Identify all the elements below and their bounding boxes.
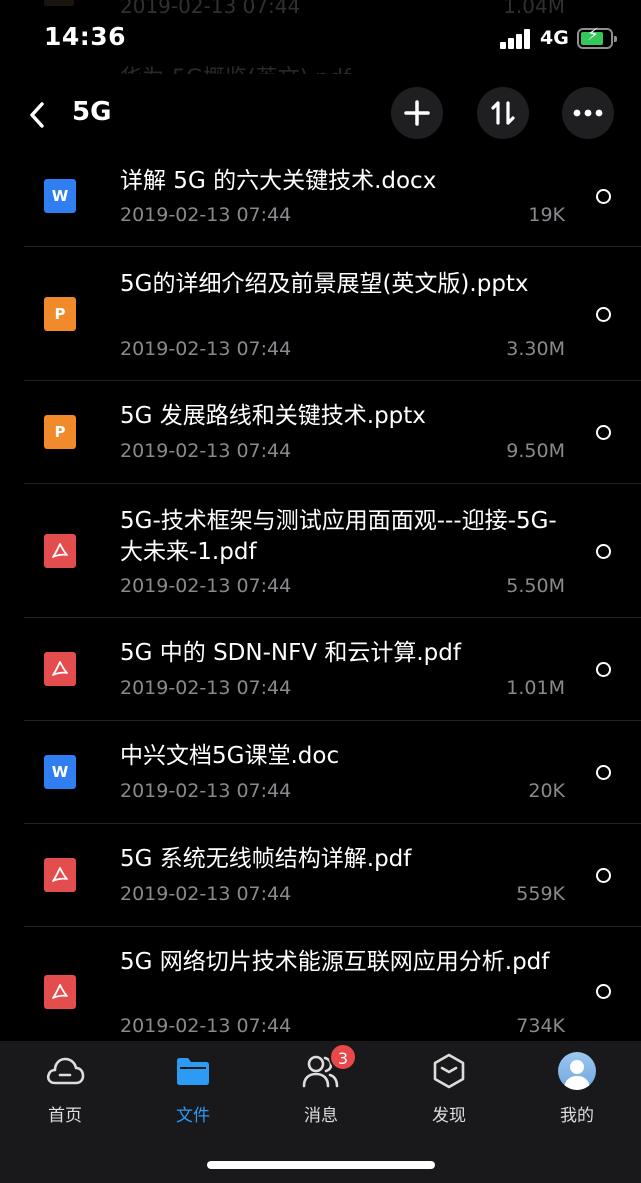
status-time: 14:36: [44, 22, 127, 51]
file-size: 9.50M: [506, 440, 565, 462]
file-date: 2019-02-13 07:44: [120, 204, 292, 226]
plus-icon: [404, 100, 430, 126]
more-icon: [573, 109, 603, 117]
back-button[interactable]: [22, 95, 52, 135]
file-date: 2019-02-13 07:44: [120, 883, 292, 905]
file-row[interactable]: 5G 系统无线帧结构详解.pdf 2019-02-13 07:44 559K: [0, 824, 641, 927]
pdf-file-icon: [44, 534, 76, 568]
file-size: 3.30M: [506, 338, 565, 360]
navigation-bar: 5G: [0, 85, 641, 145]
discover-icon: [433, 1053, 465, 1089]
tab-files[interactable]: 文件: [148, 1051, 238, 1126]
file-date: 2019-02-13 07:44: [120, 1015, 292, 1037]
word-file-icon: W: [44, 755, 76, 789]
tab-label: 我的: [560, 1106, 594, 1126]
file-name: 5G 系统无线帧结构详解.pdf: [120, 846, 412, 872]
file-size: 1.01M: [506, 677, 565, 699]
file-date: 2019-02-13 07:44: [120, 677, 292, 699]
file-date: 2019-02-13 07:44: [120, 575, 292, 597]
add-button[interactable]: [391, 87, 443, 139]
network-type: 4G: [540, 27, 569, 49]
avatar: [558, 1052, 596, 1090]
tab-profile[interactable]: 我的: [532, 1051, 622, 1126]
file-row[interactable]: P 5G的详细介绍及前景展望(英文版).pptx 2019-02-13 07:4…: [0, 247, 641, 381]
file-date: 2019-02-13 07:44: [120, 440, 292, 462]
file-row[interactable]: 5G-技术框架与测试应用面面观---迎接-5G-大未来-1.pdf 2019-0…: [0, 484, 641, 618]
file-name: 中兴文档5G课堂.doc: [120, 743, 340, 769]
tab-home[interactable]: 首页: [20, 1051, 110, 1126]
back-chevron-icon: [30, 102, 44, 128]
select-radio[interactable]: [596, 765, 611, 780]
file-size: 20K: [528, 780, 565, 802]
sort-button[interactable]: [477, 87, 529, 139]
file-date: 2019-02-13 07:44: [120, 780, 292, 802]
file-size: 734K: [516, 1015, 565, 1037]
pdf-acrobat-icon: [52, 543, 68, 558]
tab-label: 发现: [432, 1106, 466, 1126]
select-radio[interactable]: [596, 984, 611, 999]
select-radio[interactable]: [596, 662, 611, 677]
select-radio[interactable]: [596, 307, 611, 322]
file-size: 559K: [516, 883, 565, 905]
select-radio[interactable]: [596, 189, 611, 204]
pdf-acrobat-icon: [52, 661, 68, 676]
status-bar: 14:36 4G ⚡: [0, 0, 641, 80]
pdf-file-icon: [44, 652, 76, 686]
unread-badge: 3: [329, 1043, 357, 1071]
file-name: 5G 发展路线和关键技术.pptx: [120, 403, 426, 429]
file-row[interactable]: 5G 中的 SDN-NFV 和云计算.pdf 2019-02-13 07:44 …: [0, 618, 641, 721]
more-button[interactable]: [562, 87, 614, 139]
cloud-icon: [46, 1057, 85, 1085]
home-indicator[interactable]: [207, 1161, 435, 1169]
tab-messages[interactable]: 3 消息: [276, 1043, 366, 1126]
file-size: 19K: [528, 204, 565, 226]
select-radio[interactable]: [596, 425, 611, 440]
tab-discover[interactable]: 发现: [404, 1051, 494, 1126]
folder-icon: [177, 1058, 209, 1085]
file-row[interactable]: 5G 网络切片技术能源互联网应用分析.pdf 2019-02-13 07:44 …: [0, 927, 641, 1041]
select-radio[interactable]: [596, 868, 611, 883]
file-row[interactable]: W 详解 5G 的六大关键技术.docx 2019-02-13 07:44 19…: [0, 150, 641, 247]
pdf-file-icon: [44, 858, 76, 892]
page-title: 5G: [72, 97, 112, 127]
pdf-acrobat-icon: [52, 984, 68, 999]
tab-label: 首页: [48, 1106, 82, 1126]
file-name: 5G的详细介绍及前景展望(英文版).pptx: [120, 271, 529, 297]
signal-icon: [500, 29, 534, 49]
file-name: 详解 5G 的六大关键技术.docx: [120, 168, 437, 194]
ppt-file-icon: P: [44, 415, 76, 449]
ppt-file-icon: P: [44, 297, 76, 331]
word-file-icon: W: [44, 179, 76, 213]
file-row[interactable]: P 5G 发展路线和关键技术.pptx 2019-02-13 07:44 9.5…: [0, 381, 641, 484]
tab-label: 消息: [304, 1106, 338, 1126]
file-name: 5G-技术框架与测试应用面面观---迎接-5G-大未来-1.pdf: [120, 508, 557, 565]
file-name: 5G 网络切片技术能源互联网应用分析.pdf: [120, 949, 550, 975]
pdf-file-icon: [44, 975, 76, 1009]
select-radio[interactable]: [596, 544, 611, 559]
file-name: 5G 中的 SDN-NFV 和云计算.pdf: [120, 640, 461, 666]
battery-icon: ⚡: [577, 27, 617, 49]
pdf-acrobat-icon: [52, 867, 68, 882]
tab-label: 文件: [176, 1106, 210, 1126]
file-date: 2019-02-13 07:44: [120, 338, 292, 360]
file-size: 5.50M: [506, 575, 565, 597]
sort-icon: [491, 101, 515, 125]
file-row[interactable]: W 中兴文档5G课堂.doc 2019-02-13 07:44 20K: [0, 721, 641, 824]
